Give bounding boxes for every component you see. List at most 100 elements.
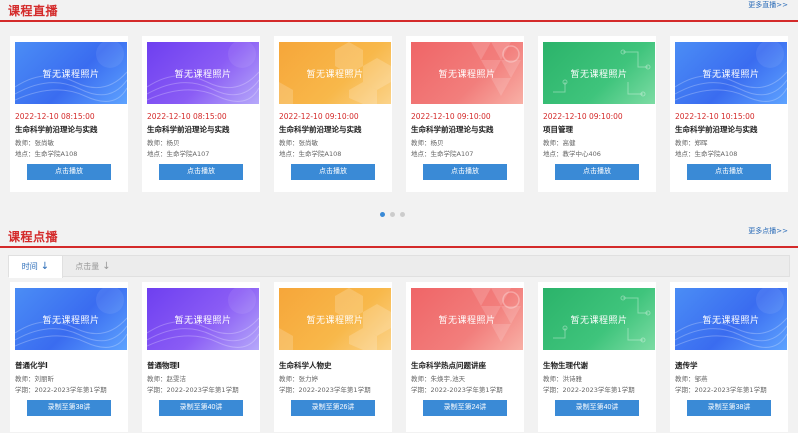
live-course-card: 暂无课程照片 2022-12-10 08:15:00 生命科学前沿理论与实践 教师：杨… [142,36,260,192]
course-thumbnail[interactable]: 暂无课程照片 [411,42,523,104]
vod-course-card: 暂无课程照片 普通化学I 教师：刘丽昕 学期：2022-2023学年第1学期 录制至第3… [10,282,128,432]
course-location: 地点：教学中心406 [543,150,601,157]
thumbnail-placeholder-text: 暂无课程照片 [174,315,232,326]
vod-course-list: 暂无课程照片普通化学I 教师：刘丽昕学期：2022-2023学年第1学期录制至第3… [10,282,788,432]
sort-tab-time[interactable]: 时间 ↓ [9,256,63,278]
carousel-pager [380,212,405,217]
vod-course-card: 暂无课程照片普通物理I 教师：赵雯洁学期：2022-2023学年第1学期录制至第4… [142,282,260,432]
pager-dot[interactable] [380,212,385,217]
thumbnail-placeholder-text: 暂无课程照片 [702,315,760,326]
course-name: 遗传学 [675,361,698,370]
live-course-card: 暂无课程照片 2022-12-10 08:15:00 生命科学前沿理论与实践 教师：张… [10,36,128,192]
sort-down-arrow-icon: ↓ [40,261,50,272]
play-button[interactable]: 点击播放 [687,164,771,180]
course-thumbnail[interactable]: 暂无课程照片 [279,288,391,350]
course-term: 学期：2022-2023学年第1学期 [279,386,371,393]
thumbnail-placeholder-text: 暂无课程照片 [306,315,364,326]
sort-tab-label: 点击量 [75,262,100,271]
course-time: 2022-12-10 08:15:00 [147,112,227,121]
course-term: 学期：2022-2023学年第1学期 [543,386,635,393]
course-thumbnail[interactable]: 暂无课程照片 [15,288,127,350]
course-location: 地点：生命学院A108 [15,150,78,157]
course-name: 项目管理 [543,125,573,134]
course-teacher: 教师：高健 [543,139,576,146]
course-thumbnail[interactable]: 暂无课程照片 [147,288,259,350]
thumbnail-placeholder-text: 暂无课程照片 [438,69,496,80]
play-button[interactable]: 点击播放 [423,164,507,180]
course-location: 地点：生命学院A108 [675,150,738,157]
course-term: 学期：2022-2023学年第1学期 [411,386,503,393]
course-teacher: 教师：朱焕宇,池天 [411,375,466,382]
course-thumbnail[interactable]: 暂无课程照片 [543,42,655,104]
vod-section-header: 课程点播 更多点播>> [0,226,798,248]
course-name: 生命科学前沿理论与实践 [675,125,758,134]
course-time: 2022-12-10 10:15:00 [675,112,755,121]
vod-course-card: 暂无课程照片生命科学热点问题讲座 教师：朱焕宇,池天学期：2022-2023学年第… [406,282,524,432]
course-name: 普通物理I [147,361,180,370]
play-button[interactable]: 点击播放 [159,164,243,180]
recording-progress-button[interactable]: 录制至第38讲 [27,400,111,416]
more-live-link[interactable]: 更多直播>> [748,0,788,10]
course-term: 学期：2022-2023学年第1学期 [675,386,767,393]
course-location: 地点：生命学院A107 [147,150,210,157]
course-thumbnail[interactable]: 暂无课程照片 [411,288,523,350]
pager-dot[interactable] [390,212,395,217]
recording-progress-button[interactable]: 录制至第24讲 [423,400,507,416]
course-name: 生命科学前沿理论与实践 [411,125,494,134]
vod-course-card: 暂无课程照片遗传学教师：邹燕学期：2022-2023学年第1学期录制至第38讲 [670,282,788,432]
course-teacher: 教师：张力婷 [279,375,318,382]
course-thumbnail[interactable]: 暂无课程照片 [279,42,391,104]
recording-progress-button[interactable]: 录制至第40讲 [555,400,639,416]
course-teacher: 教师：刘丽昕 [15,375,54,382]
play-button[interactable]: 点击播放 [291,164,375,180]
course-thumbnail[interactable]: 暂无课程照片 [675,288,787,350]
course-teacher: 教师：张尚敏 [279,139,318,146]
course-time: 2022-12-10 09:10:00 [411,112,491,121]
more-vod-link[interactable]: 更多点播>> [748,226,788,236]
play-button[interactable]: 点击播放 [555,164,639,180]
course-thumbnail[interactable]: 暂无课程照片 [15,42,127,104]
course-name: 生命科学热点问题讲座 [411,361,486,370]
course-thumbnail[interactable]: 暂无课程照片 [543,288,655,350]
course-teacher: 教师：洪诗雅 [543,375,582,382]
course-name: 生命科学前沿理论与实践 [15,125,98,134]
course-time: 2022-12-10 09:10:00 [543,112,623,121]
vod-course-card: 暂无课程照片生命科学人物史 教师：张力婷学期：2022-2023学年第1学期录制至… [274,282,392,432]
recording-progress-button[interactable]: 录制至第26讲 [291,400,375,416]
thumbnail-placeholder-text: 暂无课程照片 [42,315,100,326]
recording-progress-button[interactable]: 录制至第38讲 [687,400,771,416]
thumbnail-placeholder-text: 暂无课程照片 [438,315,496,326]
thumbnail-placeholder-text: 暂无课程照片 [570,69,628,80]
sort-down-arrow-icon: ↓ [102,261,111,272]
course-location: 地点：生命学院A108 [279,150,342,157]
course-name: 普通化学I [15,361,48,370]
course-teacher: 教师：张尚敏 [15,139,54,146]
course-teacher: 教师：杨贝 [411,139,444,146]
thumbnail-placeholder-text: 暂无课程照片 [570,315,628,326]
live-section-header: 课程直播 更多直播>> [0,0,798,22]
course-teacher: 教师：邹燕 [675,375,708,382]
course-term: 学期：2022-2023学年第1学期 [147,386,239,393]
course-name: 生命科学前沿理论与实践 [147,125,230,134]
course-name: 生命科学人物史 [279,361,332,370]
course-name: 生物生理代谢 [543,361,588,370]
live-course-card: 暂无课程照片 2022-12-10 10:15:00 生命科学前沿理论与实践 教师：郑… [670,36,788,192]
vod-course-card: 暂无课程照片生物生理代谢 教师：洪诗雅学期：2022-2023学年第1学期录制至第… [538,282,656,432]
live-course-list: 暂无课程照片 2022-12-10 08:15:00 生命科学前沿理论与实践 教师：张… [10,36,788,192]
pager-dot[interactable] [400,212,405,217]
course-teacher: 教师：赵雯洁 [147,375,186,382]
play-button[interactable]: 点击播放 [27,164,111,180]
thumbnail-placeholder-text: 暂无课程照片 [306,69,364,80]
live-course-card: 暂无课程照片 2022-12-10 09:10:00 生命科学前沿理论与实践 教师：杨… [406,36,524,192]
course-thumbnail[interactable]: 暂无课程照片 [147,42,259,104]
course-thumbnail[interactable]: 暂无课程照片 [675,42,787,104]
sort-tab-clicks[interactable]: 点击量 ↓ [65,256,121,278]
live-section-title: 课程直播 [8,4,59,18]
recording-progress-button[interactable]: 录制至第40讲 [159,400,243,416]
live-course-card: 暂无课程照片 2022-12-10 09:10:00 项目管理教师：高健地点：教学中… [538,36,656,192]
course-teacher: 教师：杨贝 [147,139,180,146]
course-name: 生命科学前沿理论与实践 [279,125,362,134]
sort-bar: 时间 ↓ 点击量 ↓ [8,255,790,278]
live-course-card: 暂无课程照片 2022-12-10 09:10:00 生命科学前沿理论与实践 教师：张… [274,36,392,192]
thumbnail-placeholder-text: 暂无课程照片 [702,69,760,80]
